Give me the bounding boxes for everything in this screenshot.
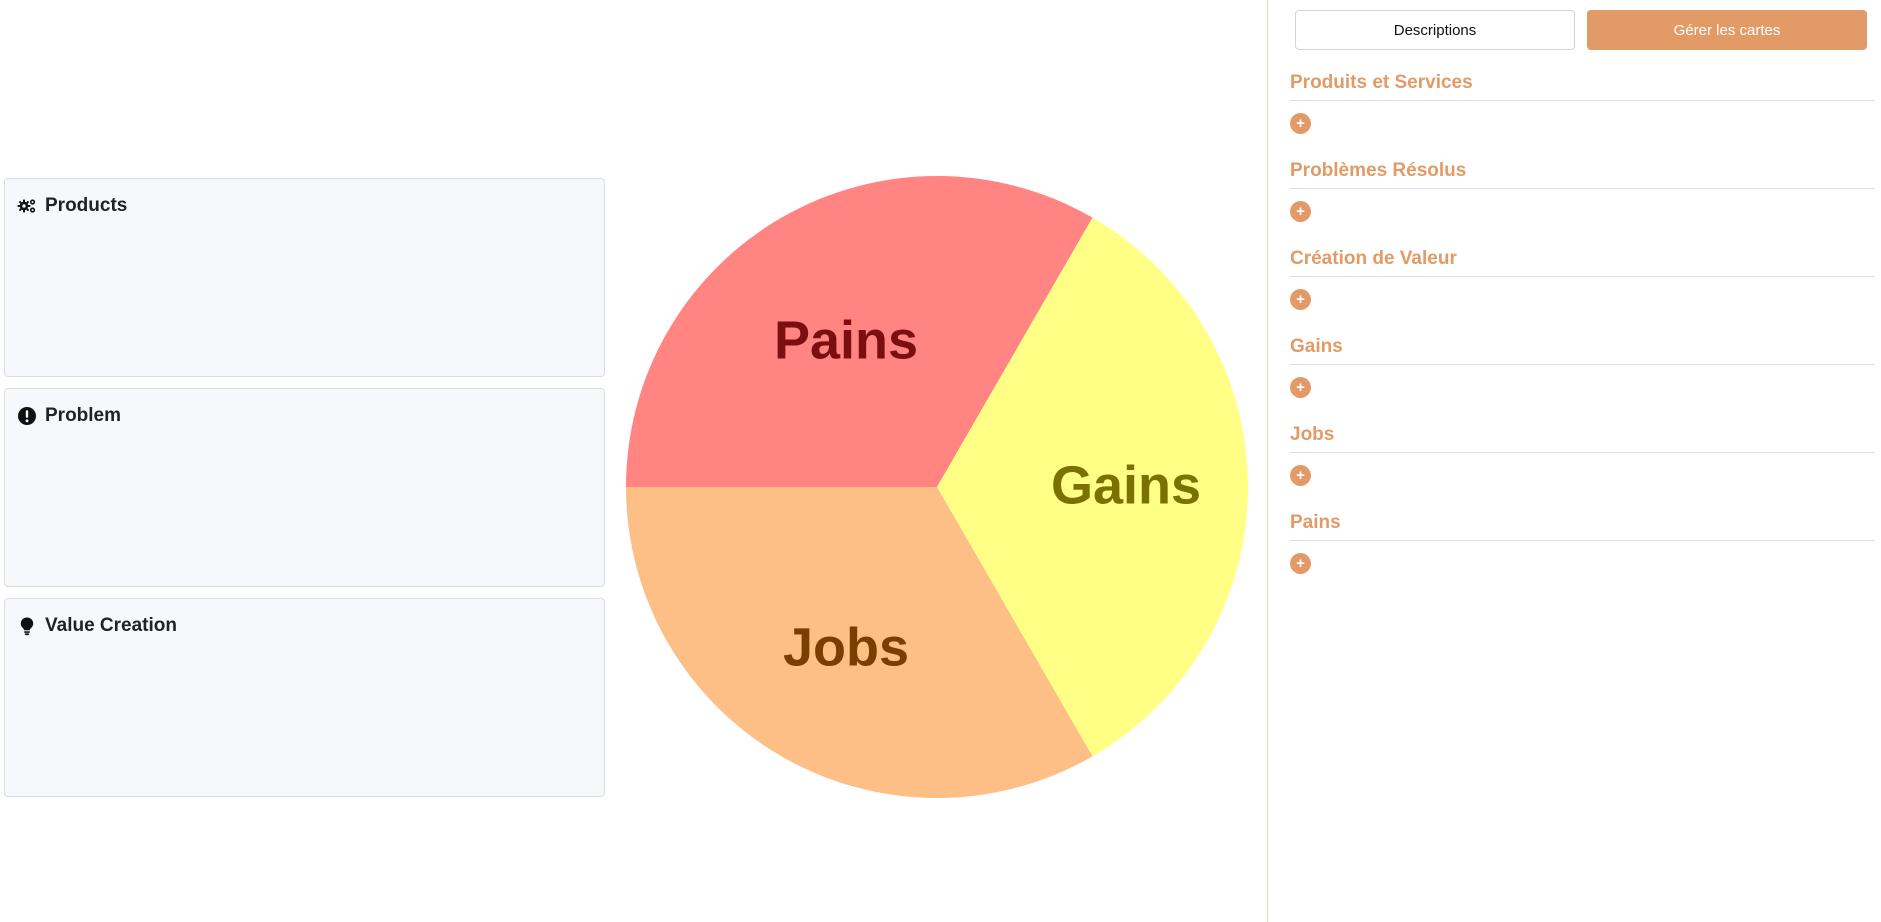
problem-card-header: Problem xyxy=(17,405,592,427)
jobs-label: Jobs xyxy=(783,617,909,677)
section-gains: Gains + xyxy=(1290,336,1875,424)
section-title: Produits et Services xyxy=(1290,72,1875,101)
value-map-cards: Products Problem Value Creation xyxy=(4,178,605,808)
gears-icon xyxy=(17,199,36,213)
section-title: Jobs xyxy=(1290,424,1875,453)
products-card[interactable]: Products xyxy=(4,178,605,377)
value-creation-card-header: Value Creation xyxy=(17,615,592,637)
add-card-button[interactable]: + xyxy=(1290,201,1311,222)
section-title: Gains xyxy=(1290,336,1875,365)
products-card-title: Products xyxy=(45,195,128,216)
customer-profile-circle: Pains Gains Jobs xyxy=(626,176,1248,798)
section-title: Problèmes Résolus xyxy=(1290,160,1875,189)
add-card-button[interactable]: + xyxy=(1290,113,1311,134)
section-products-services: Produits et Services + xyxy=(1290,72,1875,160)
value-creation-card[interactable]: Value Creation xyxy=(4,598,605,797)
descriptions-tab[interactable]: Descriptions xyxy=(1295,10,1575,50)
section-value-creation: Création de Valeur + xyxy=(1290,248,1875,336)
problem-card[interactable]: Problem xyxy=(4,388,605,587)
section-title: Pains xyxy=(1290,512,1875,541)
add-card-button[interactable]: + xyxy=(1290,289,1311,310)
problem-card-title: Problem xyxy=(45,405,122,426)
add-card-button[interactable]: + xyxy=(1290,553,1311,574)
add-card-button[interactable]: + xyxy=(1290,377,1311,398)
pains-label: Pains xyxy=(774,310,918,370)
card-sections: Produits et Services + Problèmes Résolus… xyxy=(1268,72,1881,600)
lightbulb-icon xyxy=(20,617,34,636)
section-problems-solved: Problèmes Résolus + xyxy=(1290,160,1875,248)
manage-cards-tab[interactable]: Gérer les cartes xyxy=(1587,10,1867,50)
gains-label: Gains xyxy=(1051,455,1201,515)
section-pains: Pains + xyxy=(1290,512,1875,600)
panel-tabs: Descriptions Gérer les cartes xyxy=(1268,0,1881,50)
value-creation-card-title: Value Creation xyxy=(45,615,177,636)
section-title: Création de Valeur xyxy=(1290,248,1875,277)
add-card-button[interactable]: + xyxy=(1290,465,1311,486)
section-jobs: Jobs + xyxy=(1290,424,1875,512)
products-card-header: Products xyxy=(17,195,592,217)
exclamation-circle-icon xyxy=(18,407,36,425)
customer-profile-svg: Pains Gains Jobs xyxy=(626,176,1248,798)
right-panel: Descriptions Gérer les cartes Produits e… xyxy=(1267,0,1881,922)
